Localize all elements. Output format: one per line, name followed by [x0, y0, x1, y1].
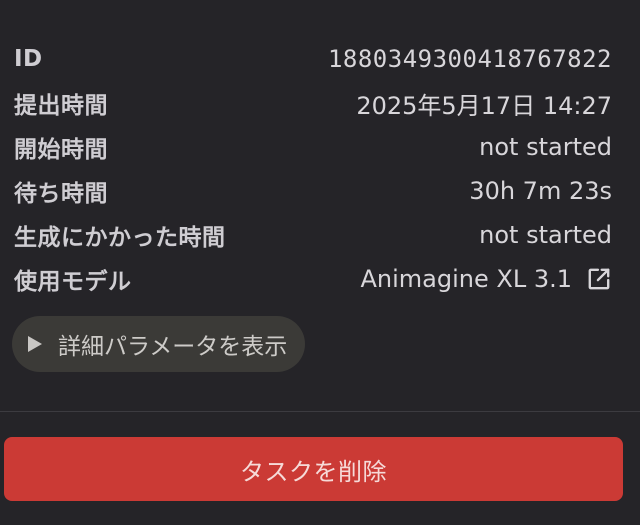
- wait-time-value: 30h 7m 23s: [469, 177, 612, 205]
- delete-task-label: タスクを削除: [240, 458, 387, 486]
- id-value: 1880349300418767822: [327, 45, 612, 73]
- wait-time-label: 待ち時間: [14, 181, 108, 207]
- info-row-wait: 待ち時間 30h 7m 23s: [14, 169, 612, 213]
- id-label: ID: [14, 46, 43, 72]
- section-divider: [0, 411, 640, 412]
- info-row-generation: 生成にかかった時間 not started: [14, 213, 612, 257]
- play-triangle-icon: [28, 336, 42, 352]
- delete-task-button[interactable]: タスクを削除: [4, 437, 623, 501]
- model-name: Animagine XL 3.1: [360, 265, 573, 293]
- task-info-table: ID 1880349300418767822 提出時間 2025年5月17日 1…: [14, 37, 612, 301]
- start-time-value: not started: [479, 133, 612, 161]
- info-row-id: ID 1880349300418767822: [14, 37, 612, 81]
- show-details-toggle[interactable]: 詳細パラメータを表示: [12, 316, 306, 372]
- generation-time-label: 生成にかかった時間: [14, 225, 226, 251]
- model-link[interactable]: Animagine XL 3.1: [361, 265, 613, 293]
- generation-time-value: not started: [479, 221, 612, 249]
- info-row-submitted: 提出時間 2025年5月17日 14:27: [14, 81, 612, 125]
- model-label: 使用モデル: [14, 269, 132, 295]
- external-link-icon: [588, 268, 610, 290]
- submitted-time-label: 提出時間: [14, 93, 108, 119]
- info-row-model: 使用モデル Animagine XL 3.1: [14, 257, 612, 301]
- info-row-started: 開始時間 not started: [14, 125, 612, 169]
- start-time-label: 開始時間: [14, 137, 108, 163]
- submitted-time-value: 2025年5月17日 14:27: [356, 91, 612, 120]
- show-details-label: 詳細パラメータを表示: [58, 334, 288, 360]
